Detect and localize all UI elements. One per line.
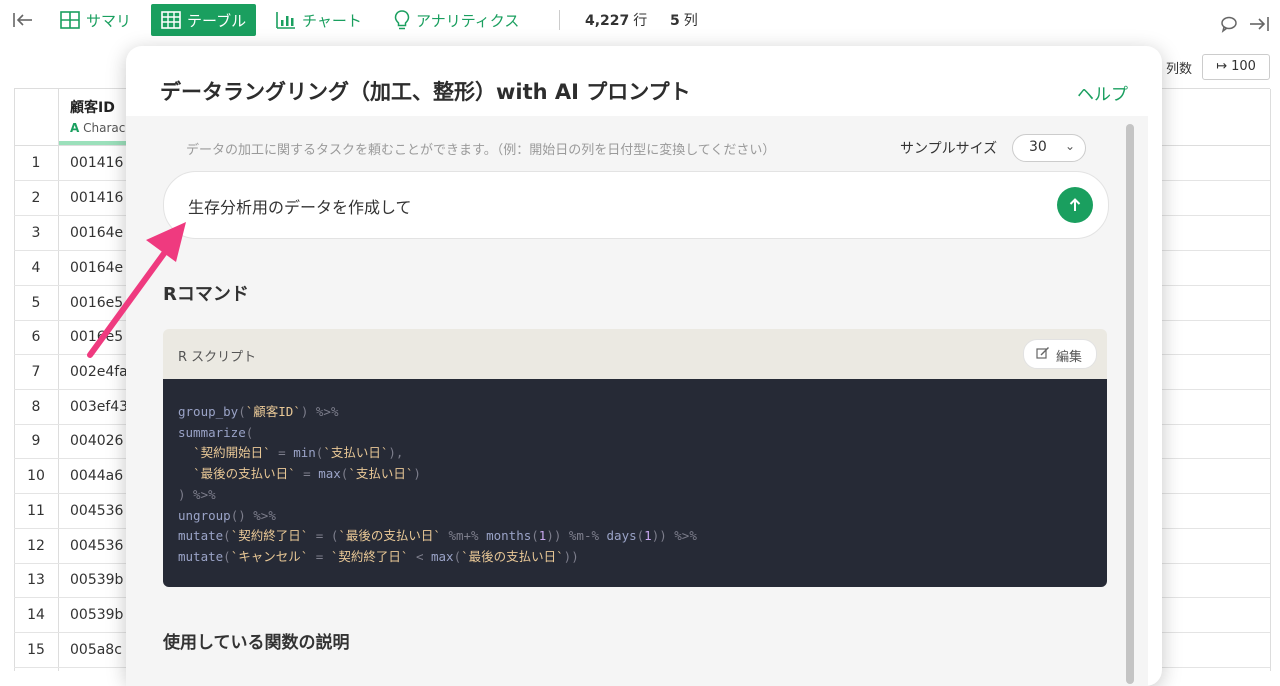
row-number: 9	[31, 433, 41, 449]
tab-analytics-label: アナリティクス	[416, 11, 520, 30]
table-right-border	[1270, 89, 1271, 671]
column-count-label: 列数	[1166, 62, 1193, 77]
lightbulb-icon	[394, 10, 410, 30]
cell-value: 001416	[70, 190, 124, 206]
prompt-text: 生存分析用のデータを作成して	[188, 198, 412, 217]
cell-value: 004536	[70, 538, 124, 554]
toolbar-divider	[559, 10, 560, 30]
cell-value: 001416	[70, 155, 124, 171]
cell-value: 00539b	[70, 572, 124, 588]
tab-chart-label: チャート	[302, 11, 362, 30]
edit-button[interactable]: 編集	[1023, 339, 1097, 369]
prompt-input[interactable]: 生存分析用のデータを作成して	[163, 171, 1109, 239]
row-count-unit: 行	[633, 13, 648, 29]
row-number: 3	[31, 225, 41, 241]
toolbar: サマリ テーブル チャート アナリティクス 4,227 行 5列	[0, 0, 1280, 40]
dialog-scrollbar[interactable]	[1126, 124, 1134, 684]
ai-prompt-dialog: データラングリング（加工、整形）with AI プロンプト ヘルプ データの加工…	[126, 46, 1162, 686]
character-type-icon: A	[70, 121, 80, 135]
column-type-label: Charac	[83, 121, 126, 135]
dialog-title: データラングリング（加工、整形）with AI プロンプト	[160, 80, 691, 104]
cell-value: 0044a6	[70, 468, 124, 484]
row-count-value: 4,227	[585, 13, 630, 29]
r-code: group_by(`顧客ID`) %>% summarize( `契約開始日` …	[178, 404, 697, 564]
row-number: 15	[27, 642, 45, 658]
row-number: 11	[27, 503, 45, 519]
column-count-value: 5	[670, 13, 680, 29]
dialog-body: データの加工に関するタスクを頼むことができます。（例：開始日の列を日付型に変換し…	[126, 116, 1148, 686]
column-count-unit: 列	[683, 13, 698, 29]
column-header[interactable]: 顧客ID	[70, 97, 115, 117]
chevron-down-icon: ⌄	[1064, 139, 1075, 153]
functions-heading: 使用している関数の説明	[163, 633, 350, 653]
r-script-header: R スクリプト 編集	[163, 329, 1107, 379]
row-number: 2	[31, 190, 41, 206]
r-code-block[interactable]: group_by(`顧客ID`) %>% summarize( `契約開始日` …	[163, 379, 1107, 587]
column-count: 5列	[670, 10, 698, 30]
row-count: 4,227 行	[585, 10, 647, 30]
table-icon	[161, 11, 181, 29]
sample-size-value: 30	[1029, 139, 1047, 155]
row-number: 8	[31, 399, 41, 415]
collapse-left-icon[interactable]	[12, 4, 40, 36]
tab-summary[interactable]: サマリ	[60, 4, 131, 36]
r-script-panel: R スクリプト 編集 group_by(`顧客ID`) %>% summariz…	[163, 329, 1107, 587]
prompt-hint: データの加工に関するタスクを頼むことができます。（例：開始日の列を日付型に変換し…	[186, 143, 776, 158]
sample-size-label: サンプルサイズ	[900, 141, 998, 157]
cell-value: 003ef43	[70, 399, 129, 415]
cell-value: 0016e5	[70, 329, 124, 345]
send-button[interactable]	[1057, 187, 1093, 223]
cell-value: 0016e5	[70, 295, 124, 311]
cell-value: 004536	[70, 503, 124, 519]
help-link[interactable]: ヘルプ	[1077, 80, 1128, 105]
row-number: 5	[31, 295, 41, 311]
column-count-button[interactable]: ↦ 100	[1202, 54, 1270, 80]
r-script-label: R スクリプト	[178, 350, 257, 365]
tab-analytics[interactable]: アナリティクス	[394, 4, 519, 36]
chart-icon	[276, 12, 295, 29]
row-number: 12	[27, 538, 45, 554]
collapse-right-icon[interactable]	[1248, 8, 1276, 40]
tab-summary-label: サマリ	[86, 11, 132, 30]
summary-icon	[60, 11, 80, 29]
r-command-heading: Rコマンド	[163, 284, 249, 305]
column-type: A Charac	[70, 121, 125, 135]
edit-icon	[1036, 347, 1049, 359]
row-number: 10	[27, 468, 45, 484]
row-number: 7	[31, 364, 41, 380]
row-number: 14	[27, 607, 45, 623]
sample-size-select[interactable]: 30 ⌄	[1012, 134, 1086, 162]
arrow-up-icon	[1069, 198, 1081, 211]
edit-button-label: 編集	[1056, 350, 1083, 365]
row-number: 1	[31, 155, 41, 171]
row-number: 4	[31, 260, 41, 276]
comment-icon[interactable]	[1220, 8, 1244, 40]
cell-value: 00539b	[70, 607, 124, 623]
tab-chart[interactable]: チャート	[276, 4, 362, 36]
cell-value: 00164e	[70, 260, 124, 276]
cell-value: 00164e	[70, 225, 124, 241]
cell-value: 005a8c	[70, 642, 122, 658]
tab-table-label: テーブル	[187, 11, 247, 30]
row-number: 6	[31, 329, 41, 345]
row-number: 13	[27, 572, 45, 588]
cell-value: 002e4fa	[70, 364, 128, 380]
tab-table[interactable]: テーブル	[151, 4, 257, 36]
cell-value: 004026	[70, 433, 124, 449]
